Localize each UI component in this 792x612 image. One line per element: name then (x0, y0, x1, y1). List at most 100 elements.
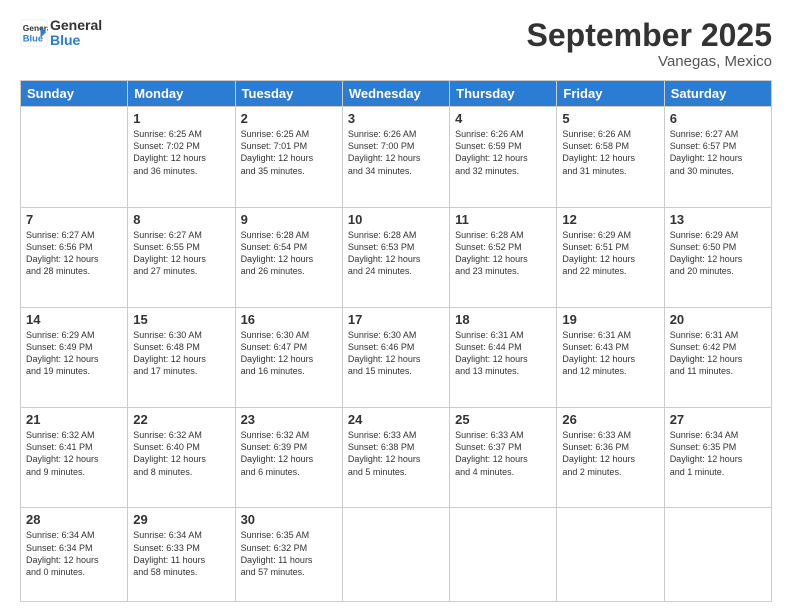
day-info: Sunrise: 6:25 AM Sunset: 7:01 PM Dayligh… (241, 128, 337, 177)
day-number: 29 (133, 512, 229, 527)
table-row (342, 508, 449, 602)
table-row: 23 Sunrise: 6:32 AM Sunset: 6:39 PM Dayli… (235, 408, 342, 508)
day-info: Sunrise: 6:32 AM Sunset: 6:40 PM Dayligh… (133, 429, 229, 478)
day-info: Sunrise: 6:30 AM Sunset: 6:47 PM Dayligh… (241, 329, 337, 378)
day-number: 16 (241, 312, 337, 327)
table-row: 16 Sunrise: 6:30 AM Sunset: 6:47 PM Dayli… (235, 307, 342, 407)
table-row: 29 Sunrise: 6:34 AM Sunset: 6:33 PM Dayli… (128, 508, 235, 602)
day-number: 8 (133, 212, 229, 227)
calendar-header-row: Sunday Monday Tuesday Wednesday Thursday… (21, 81, 772, 107)
logo: General Blue General Blue (20, 18, 102, 49)
table-row: 7 Sunrise: 6:27 AM Sunset: 6:56 PM Daylig… (21, 207, 128, 307)
svg-text:Blue: Blue (23, 34, 43, 44)
col-friday: Friday (557, 81, 664, 107)
title-block: September 2025 Vanegas, Mexico (527, 18, 772, 70)
day-number: 4 (455, 111, 551, 126)
table-row: 6 Sunrise: 6:27 AM Sunset: 6:57 PM Daylig… (664, 107, 771, 207)
day-info: Sunrise: 6:26 AM Sunset: 6:58 PM Dayligh… (562, 128, 658, 177)
day-info: Sunrise: 6:34 AM Sunset: 6:35 PM Dayligh… (670, 429, 766, 478)
day-info: Sunrise: 6:31 AM Sunset: 6:44 PM Dayligh… (455, 329, 551, 378)
table-row: 12 Sunrise: 6:29 AM Sunset: 6:51 PM Dayli… (557, 207, 664, 307)
day-number: 9 (241, 212, 337, 227)
table-row (450, 508, 557, 602)
header: General Blue General Blue September 2025… (20, 18, 772, 70)
table-row: 20Sunrise: 6:31 AM Sunset: 6:42 PM Dayli… (664, 307, 771, 407)
day-number: 14 (26, 312, 122, 327)
day-number: 26 (562, 412, 658, 427)
day-info: Sunrise: 6:26 AM Sunset: 6:59 PM Dayligh… (455, 128, 551, 177)
day-info: Sunrise: 6:32 AM Sunset: 6:41 PM Dayligh… (26, 429, 122, 478)
day-number: 1 (133, 111, 229, 126)
day-info: Sunrise: 6:27 AM Sunset: 6:57 PM Dayligh… (670, 128, 766, 177)
day-info: Sunrise: 6:35 AM Sunset: 6:32 PM Dayligh… (241, 529, 337, 578)
logo-text: General Blue (50, 18, 102, 49)
day-number: 28 (26, 512, 122, 527)
day-number: 7 (26, 212, 122, 227)
table-row: 1 Sunrise: 6:25 AM Sunset: 7:02 PM Daylig… (128, 107, 235, 207)
day-info: Sunrise: 6:30 AM Sunset: 6:46 PM Dayligh… (348, 329, 444, 378)
table-row: 8 Sunrise: 6:27 AM Sunset: 6:55 PM Daylig… (128, 207, 235, 307)
day-number: 22 (133, 412, 229, 427)
day-info: Sunrise: 6:32 AM Sunset: 6:39 PM Dayligh… (241, 429, 337, 478)
table-row: 11Sunrise: 6:28 AM Sunset: 6:52 PM Dayli… (450, 207, 557, 307)
day-number: 20 (670, 312, 766, 327)
day-info: Sunrise: 6:31 AM Sunset: 6:43 PM Dayligh… (562, 329, 658, 378)
day-info: Sunrise: 6:28 AM Sunset: 6:52 PM Dayligh… (455, 229, 551, 278)
table-row: 19Sunrise: 6:31 AM Sunset: 6:43 PM Dayli… (557, 307, 664, 407)
day-number: 10 (348, 212, 444, 227)
day-info: Sunrise: 6:29 AM Sunset: 6:51 PM Dayligh… (562, 229, 658, 278)
calendar: Sunday Monday Tuesday Wednesday Thursday… (20, 80, 772, 602)
table-row: 25 Sunrise: 6:33 AM Sunset: 6:37 PM Dayli… (450, 408, 557, 508)
table-row: 24Sunrise: 6:33 AM Sunset: 6:38 PM Dayli… (342, 408, 449, 508)
table-row: 28Sunrise: 6:34 AM Sunset: 6:34 PM Dayli… (21, 508, 128, 602)
table-row: 10Sunrise: 6:28 AM Sunset: 6:53 PM Dayli… (342, 207, 449, 307)
calendar-week-row: 14Sunrise: 6:29 AM Sunset: 6:49 PM Dayli… (21, 307, 772, 407)
day-info: Sunrise: 6:29 AM Sunset: 6:50 PM Dayligh… (670, 229, 766, 278)
table-row: 13Sunrise: 6:29 AM Sunset: 6:50 PM Dayli… (664, 207, 771, 307)
table-row: 2 Sunrise: 6:25 AM Sunset: 7:01 PM Daylig… (235, 107, 342, 207)
day-info: Sunrise: 6:33 AM Sunset: 6:37 PM Dayligh… (455, 429, 551, 478)
table-row: 3 Sunrise: 6:26 AM Sunset: 7:00 PM Daylig… (342, 107, 449, 207)
table-row: 5Sunrise: 6:26 AM Sunset: 6:58 PM Daylig… (557, 107, 664, 207)
col-thursday: Thursday (450, 81, 557, 107)
day-info: Sunrise: 6:28 AM Sunset: 6:54 PM Dayligh… (241, 229, 337, 278)
table-row: 17Sunrise: 6:30 AM Sunset: 6:46 PM Dayli… (342, 307, 449, 407)
table-row: 9 Sunrise: 6:28 AM Sunset: 6:54 PM Daylig… (235, 207, 342, 307)
table-row: 14Sunrise: 6:29 AM Sunset: 6:49 PM Dayli… (21, 307, 128, 407)
day-number: 6 (670, 111, 766, 126)
day-number: 2 (241, 111, 337, 126)
table-row: 4 Sunrise: 6:26 AM Sunset: 6:59 PM Daylig… (450, 107, 557, 207)
day-number: 23 (241, 412, 337, 427)
table-row: 18Sunrise: 6:31 AM Sunset: 6:44 PM Dayli… (450, 307, 557, 407)
day-info: Sunrise: 6:27 AM Sunset: 6:55 PM Dayligh… (133, 229, 229, 278)
day-info: Sunrise: 6:34 AM Sunset: 6:33 PM Dayligh… (133, 529, 229, 578)
col-monday: Monday (128, 81, 235, 107)
day-info: Sunrise: 6:25 AM Sunset: 7:02 PM Dayligh… (133, 128, 229, 177)
table-row (21, 107, 128, 207)
logo-icon: General Blue (20, 19, 48, 47)
day-number: 27 (670, 412, 766, 427)
day-number: 12 (562, 212, 658, 227)
table-row (664, 508, 771, 602)
day-number: 25 (455, 412, 551, 427)
table-row (557, 508, 664, 602)
day-info: Sunrise: 6:27 AM Sunset: 6:56 PM Dayligh… (26, 229, 122, 278)
day-number: 3 (348, 111, 444, 126)
col-saturday: Saturday (664, 81, 771, 107)
page: General Blue General Blue September 2025… (0, 0, 792, 612)
col-sunday: Sunday (21, 81, 128, 107)
calendar-week-row: 21 Sunrise: 6:32 AM Sunset: 6:41 PM Dayli… (21, 408, 772, 508)
day-number: 24 (348, 412, 444, 427)
day-number: 15 (133, 312, 229, 327)
table-row: 15 Sunrise: 6:30 AM Sunset: 6:48 PM Dayli… (128, 307, 235, 407)
col-tuesday: Tuesday (235, 81, 342, 107)
calendar-week-row: 1 Sunrise: 6:25 AM Sunset: 7:02 PM Daylig… (21, 107, 772, 207)
col-wednesday: Wednesday (342, 81, 449, 107)
day-info: Sunrise: 6:26 AM Sunset: 7:00 PM Dayligh… (348, 128, 444, 177)
table-row: 27 Sunrise: 6:34 AM Sunset: 6:35 PM Dayli… (664, 408, 771, 508)
table-row: 30Sunrise: 6:35 AM Sunset: 6:32 PM Dayli… (235, 508, 342, 602)
table-row: 26Sunrise: 6:33 AM Sunset: 6:36 PM Dayli… (557, 408, 664, 508)
day-info: Sunrise: 6:30 AM Sunset: 6:48 PM Dayligh… (133, 329, 229, 378)
day-number: 21 (26, 412, 122, 427)
month-title: September 2025 (527, 18, 772, 53)
